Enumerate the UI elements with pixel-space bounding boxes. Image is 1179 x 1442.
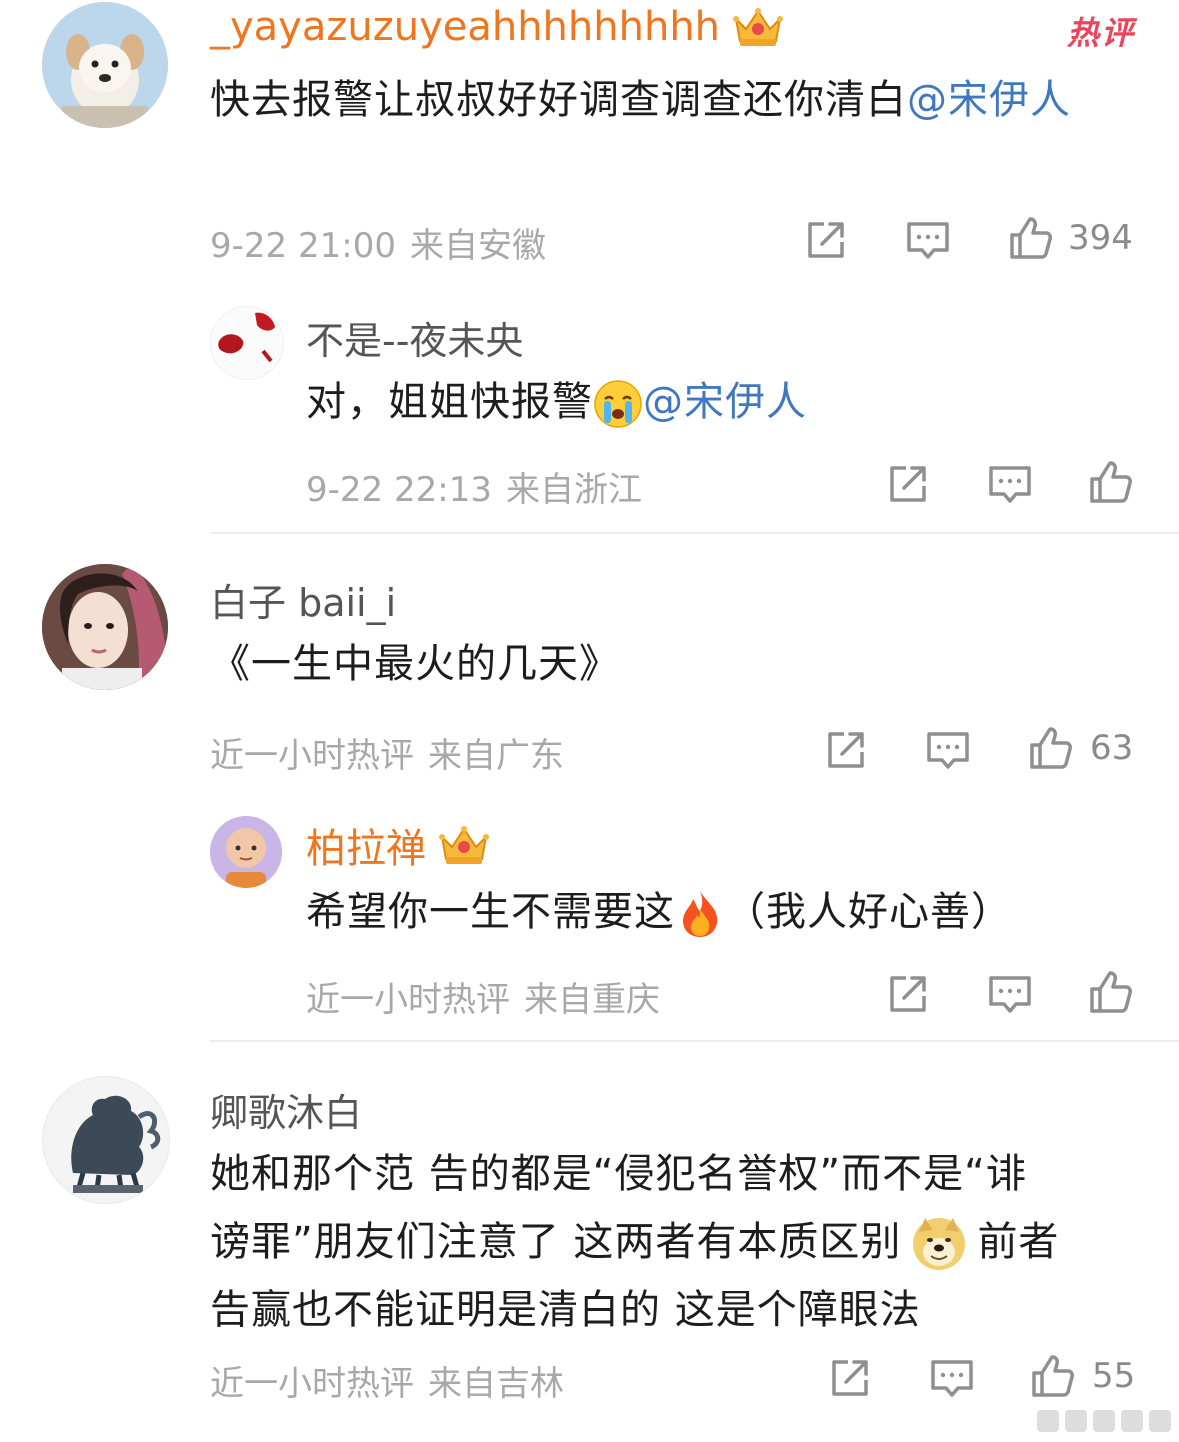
location: 来自广东 [428,736,564,776]
location: 来自重庆 [524,980,660,1020]
comment-icon[interactable] [986,970,1034,1018]
hot-comment-badge: 热评 [1066,14,1135,52]
fire-emoji [675,889,725,939]
comment-meta: 近一小时热评 来自吉林 [210,1356,564,1405]
comment-icon[interactable] [924,726,972,774]
username[interactable]: 白子 baii_i [210,572,396,627]
username[interactable]: _yayazuzuyeahhhhhhhhh [210,4,720,50]
comment-icon[interactable] [904,216,952,264]
reply-text: 对，姐姐快报警 @宋伊人 [306,368,1146,436]
like-icon[interactable] [1086,458,1134,506]
like-icon[interactable] [1086,968,1134,1016]
reply-avatar[interactable] [210,816,282,888]
comment-line: 谤罪”朋友们注意了 这两者有本质区别 前者 [210,1208,1150,1276]
mention-link[interactable]: @宋伊人 [643,379,807,425]
reply-username[interactable]: 不是--夜未央 [306,310,523,365]
watermark-dots [1037,1410,1171,1432]
crown-icon [730,5,786,49]
timestamp: 9-22 21:00 [210,226,396,266]
like-count: 63 [1090,728,1134,768]
comment-text: 《一生中最火的几天》 [210,641,620,687]
timestamp: 近一小时热评 [306,980,510,1020]
avatar[interactable] [42,2,168,128]
like-icon[interactable] [1006,214,1054,262]
comment-text: 她和那个范 告的都是“侵犯名誉权”而不是“诽 谤罪”朋友们注意了 这两者有本质区… [210,1140,1150,1344]
timestamp: 近一小时热评 [210,736,414,776]
like-icon[interactable] [1026,724,1074,772]
avatar[interactable] [42,1076,170,1204]
avatar[interactable] [42,564,168,690]
reply-avatar[interactable] [210,306,284,380]
like-count: 394 [1068,218,1133,258]
crying-emoji [593,379,643,429]
share-icon[interactable] [884,460,932,508]
username[interactable]: 卿歌沐白 [210,1082,362,1137]
comment-meta: 近一小时热评 来自广东 [210,728,564,777]
comment-2: 白子 baii_i 《一生中最火的几天》 近一小时热评 来自广东 63 柏拉禅 希… [0,534,1179,1040]
share-icon[interactable] [802,216,850,264]
reply-meta: 近一小时热评 来自重庆 [306,972,660,1021]
share-icon[interactable] [826,1354,874,1402]
timestamp: 近一小时热评 [210,1364,414,1404]
comment-icon[interactable] [928,1354,976,1402]
reply-username[interactable]: 柏拉禅 [306,816,426,874]
location: 来自安徽 [409,226,546,266]
share-icon[interactable] [822,726,870,774]
share-icon[interactable] [884,970,932,1018]
doge-emoji [911,1216,967,1272]
comment-line: 她和那个范 告的都是“侵犯名誉权”而不是“诽 [210,1151,1027,1197]
mention-link[interactable]: @宋伊人 [907,77,1071,123]
timestamp: 9-22 22:13 [306,470,492,510]
reply-meta: 9-22 22:13 来自浙江 [306,462,642,511]
like-icon[interactable] [1028,1352,1076,1400]
comment-line: 告赢也不能证明是清白的 这是个障眼法 [210,1287,921,1333]
comment-1: _yayazuzuyeahhhhhhhhh 热评 快去报警让叔叔好好调查调查还你… [0,0,1179,530]
location: 来自浙江 [505,470,642,510]
comment-text: 快去报警让叔叔好好调查调查还你清白@宋伊人 [210,77,1071,123]
crown-icon [436,823,492,867]
reply-text: 希望你一生不需要这 （我人好心善） [306,878,1166,946]
comment-icon[interactable] [986,460,1034,508]
location: 来自吉林 [428,1364,564,1404]
comment-meta: 9-22 21:00 来自安徽 [210,218,546,267]
like-count: 55 [1092,1356,1136,1396]
comment-3: 卿歌沐白 她和那个范 告的都是“侵犯名誉权”而不是“诽 谤罪”朋友们注意了 这两… [0,1042,1179,1442]
